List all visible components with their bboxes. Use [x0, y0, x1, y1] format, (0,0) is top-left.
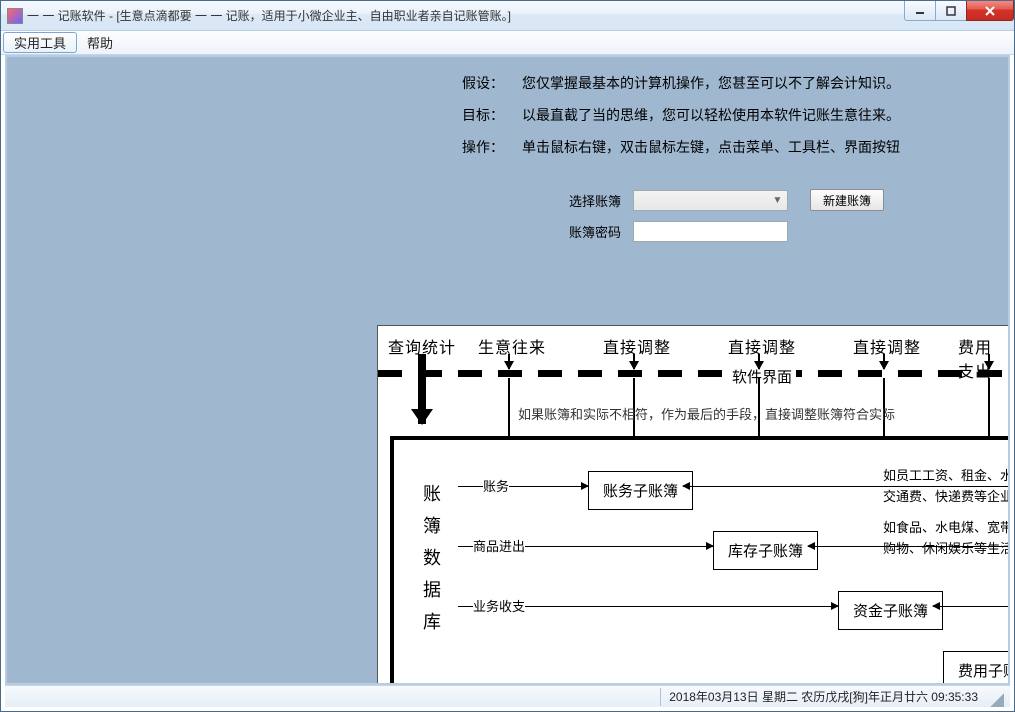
row-label-r3: 业务收支: [473, 596, 525, 615]
intro-row-goal: 目标： 以最直截了当的思维，您可以轻松使用本软件记账生意往来。: [7, 105, 1008, 125]
intro-goal-text: 以最直截了当的思维，您可以轻松使用本软件记账生意往来。: [522, 105, 1008, 125]
node-inventory-ledger: 库存子账簿: [713, 531, 818, 570]
intro-row-assume: 假设： 您仅掌握最基本的计算机操作，您甚至可以不了解会计知识。: [7, 73, 1008, 93]
diagram-panel: 查询统计 生意往来 直接调整 直接调整 直接调整 费用支出 报 软件界面: [377, 325, 1008, 683]
row-label-r1: 账务: [483, 476, 509, 495]
intro-assume-label: 假设：: [462, 73, 522, 93]
arrow-col2-short: [508, 354, 510, 369]
menubar: 实用工具 帮助: [1, 31, 1014, 55]
titlebar[interactable]: 一 一 记账软件 - [生意点滴都要 一 一 记账，适用于小微企业主、自由职业者…: [1, 1, 1014, 31]
chevron-down-icon: ▼: [770, 193, 785, 208]
close-button[interactable]: [966, 1, 1014, 21]
arrow-query-to-db: [418, 354, 426, 424]
col-adjust-3: 直接调整: [853, 334, 921, 358]
select-ledger-label: 选择账簿: [569, 191, 633, 210]
col-business: 生意往来: [478, 334, 546, 358]
menu-help[interactable]: 帮助: [77, 31, 123, 54]
side-note-1b: 交通费、快递费等企业支: [883, 489, 1008, 504]
intro-block: 假设： 您仅掌握最基本的计算机操作，您甚至可以不了解会计知识。 目标： 以最直截…: [7, 57, 1008, 167]
side-note-1: 如员工工资、租金、水电 交通费、快递费等企业支: [883, 466, 1008, 508]
col-adjust-1: 直接调整: [603, 334, 671, 358]
hline-r3-right: [933, 606, 1008, 607]
note-mismatch: 如果账簿和实际不相符，作为最后的手段，直接调整账簿符合实际: [518, 404, 895, 423]
form-row-ledger-pwd: 账簿密码: [7, 221, 1008, 242]
arrow-col4-short: [758, 354, 760, 369]
status-date: 2018年03月13日 星期二 农历戊戌[狗]年正月廿六 09:35:33: [660, 688, 986, 706]
intro-op-text: 单击鼠标右键，双击鼠标左键，点击菜单、工具栏、界面按钮: [522, 137, 1008, 157]
app-icon: [7, 8, 23, 24]
intro-assume-text: 您仅掌握最基本的计算机操作，您甚至可以不了解会计知识。: [522, 73, 1008, 93]
minimize-button[interactable]: [904, 1, 936, 21]
side-note-1a: 如员工工资、租金、水电: [883, 468, 1008, 483]
menu-tools[interactable]: 实用工具: [3, 32, 77, 53]
intro-goal-label: 目标：: [462, 105, 522, 125]
arrow-col5-short: [883, 354, 885, 369]
window-controls: [905, 1, 1014, 21]
side-note-2b: 购物、休闲娱乐等生活支: [883, 541, 1008, 556]
close-icon: [984, 6, 996, 16]
hline-r1-left: [458, 486, 588, 487]
col-adjust-2: 直接调整: [728, 334, 796, 358]
side-note-2: 如食品、水电煤、宽带手 购物、休闲娱乐等生活支: [883, 518, 1008, 560]
client-area: 假设： 您仅掌握最基本的计算机操作，您甚至可以不了解会计知识。 目标： 以最直截…: [5, 55, 1010, 685]
minimize-icon: [915, 6, 925, 16]
side-note-2a: 如食品、水电煤、宽带手: [883, 520, 1008, 535]
maximize-icon: [946, 6, 956, 16]
node-funds-ledger: 资金子账簿: [838, 591, 943, 630]
ledger-pwd-label: 账簿密码: [569, 222, 633, 241]
intro-row-op: 操作： 单击鼠标右键，双击鼠标左键，点击菜单、工具栏、界面按钮: [7, 137, 1008, 157]
statusbar: 2018年03月13日 星期二 农历戊戌[狗]年正月廿六 09:35:33: [5, 685, 1010, 707]
software-interface-line: [378, 370, 1008, 377]
arrow-col3-short: [633, 354, 635, 369]
intro-op-label: 操作：: [462, 137, 522, 157]
new-ledger-button[interactable]: 新建账簿: [810, 189, 884, 211]
app-window: 一 一 记账软件 - [生意点滴都要 一 一 记账，适用于小微企业主、自由职业者…: [0, 0, 1015, 712]
row-label-r2: 商品进出: [473, 536, 525, 555]
node-finance-ledger: 账务子账簿: [588, 471, 693, 510]
select-ledger-combo[interactable]: ▼: [633, 190, 788, 211]
diagram: 查询统计 生意往来 直接调整 直接调整 直接调整 费用支出 报 软件界面: [378, 326, 1008, 683]
maximize-button[interactable]: [935, 1, 967, 21]
form-row-select-ledger: 选择账簿 ▼ 新建账簿: [7, 189, 1008, 211]
window-title: 一 一 记账软件 - [生意点滴都要 一 一 记账，适用于小微企业主、自由职业者…: [27, 7, 511, 24]
ledger-db-label: 账簿数据库: [418, 484, 444, 644]
form-block: 选择账簿 ▼ 新建账簿 账簿密码: [7, 189, 1008, 252]
arrow-col6-short: [988, 354, 990, 369]
ledger-pwd-input[interactable]: [633, 221, 788, 242]
resize-grip-icon[interactable]: [990, 693, 1004, 707]
node-expense-ledger: 费用子账簿: [943, 651, 1008, 683]
